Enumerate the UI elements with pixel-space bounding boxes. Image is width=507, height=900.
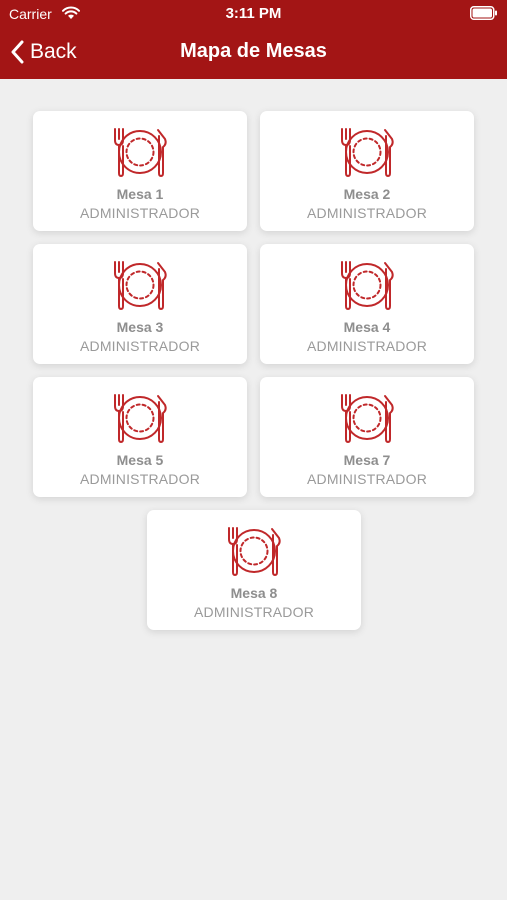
table-card-mesa-2[interactable]: Mesa 2 ADMINISTRADOR (260, 111, 474, 231)
table-name: Mesa 8 (230, 585, 278, 601)
plate-cutlery-icon (228, 527, 281, 576)
table-role: ADMINISTRADOR (193, 604, 315, 620)
navigation-bar: Back Mapa de Mesas (0, 28, 507, 79)
header-bar: Carrier 3:11 PM Back Mapa de Mesas (0, 0, 507, 79)
table-name: Mesa 3 (116, 319, 164, 335)
plate-cutlery-icon (341, 394, 394, 443)
table-name: Mesa 1 (116, 186, 164, 202)
table-role: ADMINISTRADOR (79, 205, 201, 221)
table-card-mesa-7[interactable]: Mesa 7 ADMINISTRADOR (260, 377, 474, 497)
table-card-mesa-5[interactable]: Mesa 5 ADMINISTRADOR (33, 377, 247, 497)
plate-cutlery-icon (341, 261, 394, 310)
table-card-mesa-3[interactable]: Mesa 3 ADMINISTRADOR (33, 244, 247, 364)
table-name: Mesa 2 (343, 186, 391, 202)
table-role: ADMINISTRADOR (306, 338, 428, 354)
plate-cutlery-icon (114, 394, 167, 443)
plate-cutlery-icon (341, 128, 394, 177)
battery-icon (470, 6, 497, 20)
table-role: ADMINISTRADOR (79, 338, 201, 354)
plate-cutlery-icon (114, 128, 167, 177)
plate-cutlery-icon (114, 261, 167, 310)
table-role: ADMINISTRADOR (306, 205, 428, 221)
table-card-mesa-8[interactable]: Mesa 8 ADMINISTRADOR (147, 510, 361, 630)
table-card-mesa-1[interactable]: Mesa 1 ADMINISTRADOR (33, 111, 247, 231)
table-name: Mesa 5 (116, 452, 164, 468)
table-card-mesa-4[interactable]: Mesa 4 ADMINISTRADOR (260, 244, 474, 364)
table-role: ADMINISTRADOR (306, 471, 428, 487)
page-title: Mapa de Mesas (180, 40, 327, 62)
status-bar: Carrier 3:11 PM (0, 0, 507, 28)
status-time: 3:11 PM (225, 5, 282, 22)
table-role: ADMINISTRADOR (79, 471, 201, 487)
table-name: Mesa 4 (343, 319, 391, 335)
table-name: Mesa 7 (343, 452, 391, 468)
